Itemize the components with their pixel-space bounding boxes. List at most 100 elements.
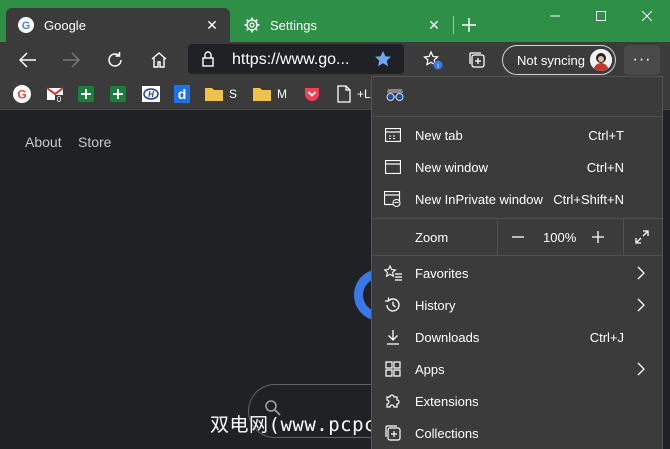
folder-icon [253, 87, 271, 101]
forward-button[interactable] [56, 45, 86, 75]
menu-item-label: New InPrivate window [415, 192, 543, 207]
minimize-button[interactable] [532, 0, 578, 32]
bookmark-d[interactable]: d [174, 84, 190, 104]
menu-item-apps[interactable]: Apps [372, 353, 662, 385]
favorites-button[interactable]: i [418, 45, 448, 75]
menu-item-label: History [415, 298, 456, 313]
shortcut-label: Ctrl+T [588, 128, 624, 143]
zoom-out-button[interactable] [505, 225, 531, 249]
address-bar[interactable]: https://www.go... [188, 44, 404, 74]
tab-divider [453, 16, 454, 34]
more-dots-icon: ··· [632, 51, 652, 68]
svg-text:0: 0 [57, 95, 62, 103]
new-tab-icon [384, 127, 402, 143]
home-button[interactable] [144, 45, 174, 75]
bookmark-gmail[interactable]: 0 [46, 84, 64, 104]
refresh-button[interactable] [100, 45, 130, 75]
gear-icon [244, 17, 260, 33]
bookmark-label: M [277, 87, 287, 101]
menu-item-new-tab[interactable]: New tab Ctrl+T [372, 119, 662, 151]
tab-strip: G Google ✕ Settings ✕ [0, 0, 670, 42]
inprivate-window-icon [384, 191, 402, 207]
apps-icon [384, 361, 402, 377]
bookmark-pocket[interactable] [304, 84, 320, 104]
tab-google[interactable]: G Google ✕ [6, 8, 230, 42]
favorite-star-icon[interactable] [374, 50, 392, 68]
favorites-icon [384, 265, 402, 281]
menu-item-downloads[interactable]: Downloads Ctrl+J [372, 321, 662, 353]
pocket-icon [304, 86, 320, 102]
menu-item-new-window[interactable]: New window Ctrl+N [372, 151, 662, 183]
tab-title: Google [44, 17, 86, 33]
hyundai-icon: H [142, 86, 160, 102]
tab-settings[interactable]: Settings ✕ [232, 8, 452, 42]
d-icon: d [174, 85, 190, 103]
svg-text:G: G [17, 88, 26, 102]
url-text: https://www.go... [232, 51, 350, 68]
bookmark-folder-m[interactable]: M [253, 84, 287, 104]
shortcut-label: Ctrl+J [589, 330, 624, 345]
chevron-right-icon [636, 265, 646, 281]
menu-item-history[interactable]: History [372, 289, 662, 321]
about-link[interactable]: About [25, 134, 62, 150]
menu-item-new-inprivate-window[interactable]: New InPrivate window Ctrl+Shift+N [372, 183, 662, 215]
tab-title: Settings [270, 17, 317, 33]
profile-button[interactable]: Not syncing [502, 45, 616, 75]
sync-status-label: Not syncing [517, 53, 585, 68]
new-window-icon [384, 159, 402, 175]
svg-text:d: d [178, 86, 187, 102]
new-tab-button[interactable] [456, 12, 482, 38]
collections-icon [384, 425, 402, 441]
close-window-button[interactable] [624, 0, 670, 32]
inprivate-glasses-icon [384, 87, 406, 103]
close-tab-icon[interactable]: ✕ [202, 15, 222, 35]
menu-item-label: Downloads [415, 330, 480, 345]
close-tab-icon[interactable]: ✕ [424, 15, 444, 35]
zoom-divider [623, 219, 624, 255]
green-plus-icon [110, 86, 126, 102]
lock-icon[interactable] [202, 51, 214, 67]
avatar [590, 49, 612, 71]
menu-item-label: New tab [415, 128, 463, 143]
gmail-icon: 0 [46, 85, 64, 103]
back-button[interactable] [13, 45, 43, 75]
google-icon: G [13, 85, 31, 103]
bookmark-hyundai[interactable]: H [142, 84, 160, 104]
collections-button[interactable] [462, 45, 492, 75]
folder-icon [205, 87, 223, 101]
bookmark-plus-1[interactable] [78, 84, 94, 104]
bookmark-folder-s[interactable]: S [205, 84, 237, 104]
menu-item-label: New window [415, 160, 488, 175]
menu-item-label: Apps [415, 362, 445, 377]
bookmark-label: +L [357, 87, 371, 101]
menu-item-label: Collections [415, 426, 479, 441]
menu-item-label: Extensions [415, 394, 479, 409]
bookmark-plus-2[interactable] [110, 84, 126, 104]
page-icon [337, 85, 351, 103]
settings-and-more-menu: New tab Ctrl+T New window Ctrl+N New InP… [371, 76, 663, 449]
fullscreen-button[interactable] [629, 225, 655, 249]
zoom-in-button[interactable] [585, 225, 611, 249]
zoom-row: Zoom 100% [372, 219, 662, 255]
menu-item-collections[interactable]: Collections [372, 417, 662, 449]
download-icon [384, 329, 402, 345]
store-link[interactable]: Store [78, 134, 111, 150]
menu-divider [372, 255, 662, 256]
menu-item-extensions[interactable]: Extensions [372, 385, 662, 417]
green-plus-icon [78, 86, 94, 102]
svg-text:G: G [22, 20, 31, 32]
svg-text:H: H [148, 90, 154, 99]
bookmark-page[interactable]: +L [337, 84, 371, 104]
menu-item-favorites[interactable]: Favorites [372, 257, 662, 289]
chevron-right-icon [636, 361, 646, 377]
menu-divider [372, 116, 662, 117]
chevron-right-icon [636, 297, 646, 313]
history-icon [384, 297, 402, 313]
maximize-button[interactable] [578, 0, 624, 32]
bookmark-google[interactable]: G [13, 84, 31, 104]
bookmark-label: S [229, 87, 238, 101]
shortcut-label: Ctrl+N [586, 160, 624, 175]
settings-more-button[interactable]: ··· [624, 45, 660, 75]
menu-item-label: Favorites [415, 266, 469, 281]
google-favicon-icon: G [18, 17, 34, 33]
